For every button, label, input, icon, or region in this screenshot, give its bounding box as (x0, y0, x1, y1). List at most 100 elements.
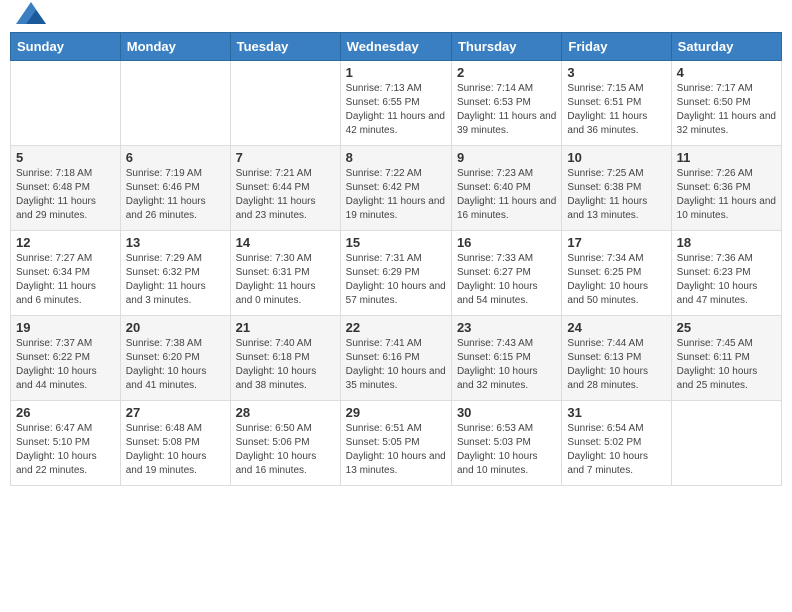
day-number: 13 (126, 235, 225, 250)
day-info: Sunrise: 7:37 AMSunset: 6:22 PMDaylight:… (16, 337, 115, 393)
day-info: Sunrise: 7:13 AMSunset: 6:55 PMDaylight:… (346, 82, 446, 138)
day-number: 30 (457, 405, 556, 420)
weekday-header-monday: Monday (120, 33, 230, 61)
day-number: 5 (16, 150, 115, 165)
calendar-cell: 13 Sunrise: 7:29 AMSunset: 6:32 PMDaylig… (120, 231, 230, 316)
calendar-cell: 15 Sunrise: 7:31 AMSunset: 6:29 PMDaylig… (340, 231, 451, 316)
calendar-cell: 17 Sunrise: 7:34 AMSunset: 6:25 PMDaylig… (562, 231, 671, 316)
week-row-5: 26 Sunrise: 6:47 AMSunset: 5:10 PMDaylig… (11, 401, 782, 486)
day-info: Sunrise: 7:19 AMSunset: 6:46 PMDaylight:… (126, 167, 225, 223)
calendar-cell: 30 Sunrise: 6:53 AMSunset: 5:03 PMDaylig… (451, 401, 561, 486)
day-number: 11 (677, 150, 776, 165)
calendar-cell: 12 Sunrise: 7:27 AMSunset: 6:34 PMDaylig… (11, 231, 121, 316)
calendar-cell: 5 Sunrise: 7:18 AMSunset: 6:48 PMDayligh… (11, 146, 121, 231)
week-row-4: 19 Sunrise: 7:37 AMSunset: 6:22 PMDaylig… (11, 316, 782, 401)
day-number: 26 (16, 405, 115, 420)
day-info: Sunrise: 7:43 AMSunset: 6:15 PMDaylight:… (457, 337, 556, 393)
day-info: Sunrise: 7:33 AMSunset: 6:27 PMDaylight:… (457, 252, 556, 308)
day-number: 19 (16, 320, 115, 335)
weekday-header-thursday: Thursday (451, 33, 561, 61)
calendar-cell: 7 Sunrise: 7:21 AMSunset: 6:44 PMDayligh… (230, 146, 340, 231)
calendar-cell: 18 Sunrise: 7:36 AMSunset: 6:23 PMDaylig… (671, 231, 781, 316)
day-info: Sunrise: 7:26 AMSunset: 6:36 PMDaylight:… (677, 167, 776, 223)
calendar-cell: 3 Sunrise: 7:15 AMSunset: 6:51 PMDayligh… (562, 61, 671, 146)
calendar-cell: 16 Sunrise: 7:33 AMSunset: 6:27 PMDaylig… (451, 231, 561, 316)
weekday-header-saturday: Saturday (671, 33, 781, 61)
calendar-cell: 25 Sunrise: 7:45 AMSunset: 6:11 PMDaylig… (671, 316, 781, 401)
week-row-2: 5 Sunrise: 7:18 AMSunset: 6:48 PMDayligh… (11, 146, 782, 231)
day-info: Sunrise: 7:34 AMSunset: 6:25 PMDaylight:… (567, 252, 665, 308)
calendar-cell: 21 Sunrise: 7:40 AMSunset: 6:18 PMDaylig… (230, 316, 340, 401)
day-number: 28 (236, 405, 335, 420)
day-number: 23 (457, 320, 556, 335)
day-info: Sunrise: 7:31 AMSunset: 6:29 PMDaylight:… (346, 252, 446, 308)
day-info: Sunrise: 7:29 AMSunset: 6:32 PMDaylight:… (126, 252, 225, 308)
calendar-cell: 6 Sunrise: 7:19 AMSunset: 6:46 PMDayligh… (120, 146, 230, 231)
logo (14, 10, 46, 24)
page-header (10, 10, 782, 24)
day-number: 16 (457, 235, 556, 250)
calendar-cell: 22 Sunrise: 7:41 AMSunset: 6:16 PMDaylig… (340, 316, 451, 401)
day-info: Sunrise: 6:53 AMSunset: 5:03 PMDaylight:… (457, 422, 556, 478)
day-info: Sunrise: 7:45 AMSunset: 6:11 PMDaylight:… (677, 337, 776, 393)
day-number: 29 (346, 405, 446, 420)
day-info: Sunrise: 7:15 AMSunset: 6:51 PMDaylight:… (567, 82, 665, 138)
day-number: 18 (677, 235, 776, 250)
day-number: 27 (126, 405, 225, 420)
week-row-1: 1 Sunrise: 7:13 AMSunset: 6:55 PMDayligh… (11, 61, 782, 146)
calendar-cell: 23 Sunrise: 7:43 AMSunset: 6:15 PMDaylig… (451, 316, 561, 401)
day-number: 3 (567, 65, 665, 80)
weekday-header-tuesday: Tuesday (230, 33, 340, 61)
day-number: 17 (567, 235, 665, 250)
day-number: 10 (567, 150, 665, 165)
day-info: Sunrise: 6:54 AMSunset: 5:02 PMDaylight:… (567, 422, 665, 478)
day-info: Sunrise: 7:21 AMSunset: 6:44 PMDaylight:… (236, 167, 335, 223)
calendar-cell: 27 Sunrise: 6:48 AMSunset: 5:08 PMDaylig… (120, 401, 230, 486)
calendar-cell: 29 Sunrise: 6:51 AMSunset: 5:05 PMDaylig… (340, 401, 451, 486)
logo-icon (16, 2, 46, 24)
day-number: 15 (346, 235, 446, 250)
calendar-cell: 11 Sunrise: 7:26 AMSunset: 6:36 PMDaylig… (671, 146, 781, 231)
day-info: Sunrise: 7:30 AMSunset: 6:31 PMDaylight:… (236, 252, 335, 308)
calendar-cell (671, 401, 781, 486)
day-info: Sunrise: 7:41 AMSunset: 6:16 PMDaylight:… (346, 337, 446, 393)
day-info: Sunrise: 7:36 AMSunset: 6:23 PMDaylight:… (677, 252, 776, 308)
weekday-header-wednesday: Wednesday (340, 33, 451, 61)
calendar-cell: 8 Sunrise: 7:22 AMSunset: 6:42 PMDayligh… (340, 146, 451, 231)
day-info: Sunrise: 6:51 AMSunset: 5:05 PMDaylight:… (346, 422, 446, 478)
day-info: Sunrise: 6:50 AMSunset: 5:06 PMDaylight:… (236, 422, 335, 478)
weekday-header-sunday: Sunday (11, 33, 121, 61)
calendar-cell: 28 Sunrise: 6:50 AMSunset: 5:06 PMDaylig… (230, 401, 340, 486)
day-number: 4 (677, 65, 776, 80)
calendar-cell: 19 Sunrise: 7:37 AMSunset: 6:22 PMDaylig… (11, 316, 121, 401)
day-number: 2 (457, 65, 556, 80)
weekday-header-friday: Friday (562, 33, 671, 61)
calendar-cell: 9 Sunrise: 7:23 AMSunset: 6:40 PMDayligh… (451, 146, 561, 231)
calendar-cell: 20 Sunrise: 7:38 AMSunset: 6:20 PMDaylig… (120, 316, 230, 401)
day-number: 24 (567, 320, 665, 335)
day-number: 22 (346, 320, 446, 335)
calendar-cell: 1 Sunrise: 7:13 AMSunset: 6:55 PMDayligh… (340, 61, 451, 146)
calendar-cell: 10 Sunrise: 7:25 AMSunset: 6:38 PMDaylig… (562, 146, 671, 231)
day-info: Sunrise: 7:38 AMSunset: 6:20 PMDaylight:… (126, 337, 225, 393)
day-number: 9 (457, 150, 556, 165)
day-info: Sunrise: 7:25 AMSunset: 6:38 PMDaylight:… (567, 167, 665, 223)
day-number: 12 (16, 235, 115, 250)
day-info: Sunrise: 7:44 AMSunset: 6:13 PMDaylight:… (567, 337, 665, 393)
day-info: Sunrise: 6:47 AMSunset: 5:10 PMDaylight:… (16, 422, 115, 478)
calendar-table: SundayMondayTuesdayWednesdayThursdayFrid… (10, 32, 782, 486)
day-info: Sunrise: 7:18 AMSunset: 6:48 PMDaylight:… (16, 167, 115, 223)
calendar-cell: 14 Sunrise: 7:30 AMSunset: 6:31 PMDaylig… (230, 231, 340, 316)
week-row-3: 12 Sunrise: 7:27 AMSunset: 6:34 PMDaylig… (11, 231, 782, 316)
calendar-cell (11, 61, 121, 146)
calendar-cell: 31 Sunrise: 6:54 AMSunset: 5:02 PMDaylig… (562, 401, 671, 486)
day-number: 14 (236, 235, 335, 250)
day-number: 21 (236, 320, 335, 335)
day-info: Sunrise: 6:48 AMSunset: 5:08 PMDaylight:… (126, 422, 225, 478)
calendar-cell: 2 Sunrise: 7:14 AMSunset: 6:53 PMDayligh… (451, 61, 561, 146)
weekday-header-row: SundayMondayTuesdayWednesdayThursdayFrid… (11, 33, 782, 61)
calendar-cell (230, 61, 340, 146)
calendar-cell: 4 Sunrise: 7:17 AMSunset: 6:50 PMDayligh… (671, 61, 781, 146)
day-info: Sunrise: 7:22 AMSunset: 6:42 PMDaylight:… (346, 167, 446, 223)
calendar-cell (120, 61, 230, 146)
